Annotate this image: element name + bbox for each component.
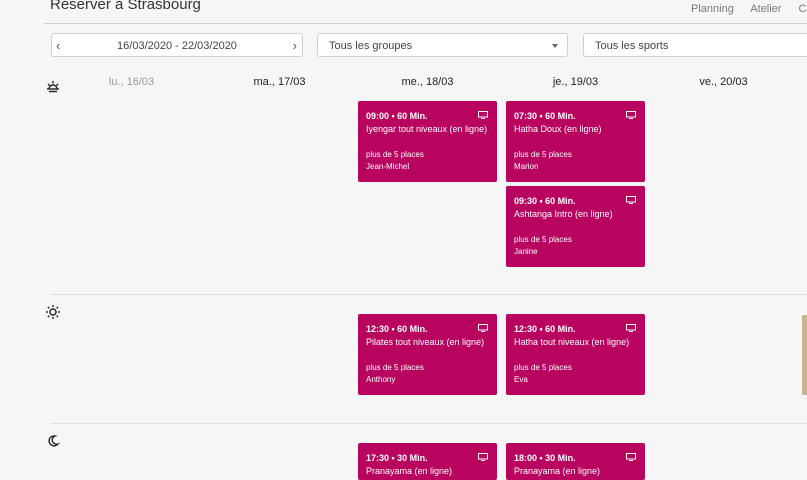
session-card[interactable]: 07:30 • 60 Min. Hatha Doux (en ligne) pl… (506, 101, 645, 182)
session-places: plus de 5 places (514, 363, 572, 372)
monitor-icon (478, 324, 488, 332)
chevron-right-icon[interactable]: › (293, 38, 297, 53)
session-name: Ashtanga Intro (en ligne) (514, 209, 613, 219)
session-teacher: Marion (514, 162, 539, 171)
session-name: Hatha tout niveaux (en ligne) (514, 337, 630, 347)
date-range-picker[interactable]: ‹ 16/03/2020 - 22/03/2020 › (51, 33, 303, 57)
caret-down-icon (552, 44, 558, 48)
session-time: 12:30 • 60 Min. (366, 324, 428, 334)
session-name: Pranayama (en ligne) (366, 466, 453, 476)
session-card[interactable]: 17:30 • 30 Min. Pranayama (en ligne) (358, 443, 497, 480)
monitor-icon (626, 111, 636, 119)
top-bar: Réserver à Strasbourg Planning Atelier C… (0, 0, 807, 24)
session-teacher: Eva (514, 375, 528, 384)
day-header-wednesday: me., 18/03 (401, 76, 454, 88)
session-places: plus de 5 places (514, 150, 572, 159)
session-places: plus de 5 places (366, 150, 424, 159)
session-time: 07:30 • 60 Min. (514, 111, 576, 121)
sun-icon (46, 305, 60, 319)
sunrise-icon (47, 81, 59, 93)
monitor-icon (478, 111, 488, 119)
row-separator (51, 423, 807, 424)
monitor-icon (626, 324, 636, 332)
day-header-tuesday: ma., 17/03 (253, 76, 306, 88)
session-card[interactable]: 12:30 • 60 Min. Hatha tout niveaux (en l… (506, 314, 645, 395)
nav-link-more[interactable]: Ca (799, 3, 807, 15)
day-header-monday: lu., 16/03 (108, 76, 155, 88)
session-time: 09:00 • 60 Min. (366, 111, 428, 121)
session-teacher: Jean-Michel (366, 162, 410, 171)
date-range-value: 16/03/2020 - 22/03/2020 (117, 40, 237, 52)
monitor-icon (626, 196, 636, 204)
session-card[interactable]: 09:00 • 60 Min. Iyengar tout niveaux (en… (358, 101, 497, 182)
session-card[interactable]: 18:00 • 30 Min. Pranayama (en ligne) (506, 443, 645, 480)
session-time: 18:00 • 30 Min. (514, 453, 576, 463)
group-select[interactable]: Tous les groupes (317, 33, 568, 57)
session-places: plus de 5 places (366, 363, 424, 372)
partial-session-card[interactable] (802, 315, 807, 395)
session-card[interactable]: 12:30 • 60 Min. Pilates tout niveaux (en… (358, 314, 497, 395)
nav-link-planning[interactable]: Planning (691, 3, 734, 15)
session-name: Iyengar tout niveaux (en ligne) (366, 124, 488, 134)
session-name: Hatha Doux (en ligne) (514, 124, 602, 134)
day-header-friday: ve., 20/03 (699, 76, 748, 88)
session-time: 12:30 • 60 Min. (514, 324, 576, 334)
session-places: plus de 5 places (514, 235, 572, 244)
nav-link-atelier[interactable]: Atelier (750, 3, 781, 15)
group-select-value: Tous les groupes (329, 40, 413, 52)
monitor-icon (478, 453, 488, 461)
session-name: Pranayama (en ligne) (514, 466, 601, 476)
row-separator (51, 294, 807, 295)
sport-select[interactable]: Tous les sports (583, 33, 807, 57)
header-divider (44, 23, 807, 24)
session-time: 09:30 • 60 Min. (514, 196, 576, 206)
monitor-icon (626, 453, 636, 461)
moon-icon (48, 435, 61, 447)
page-title: Réserver à Strasbourg (50, 0, 201, 13)
sport-select-value: Tous les sports (595, 40, 669, 52)
session-teacher: Janine (514, 247, 538, 256)
day-header-thursday: je., 19/03 (552, 76, 599, 88)
top-nav: Planning Atelier Ca (691, 3, 807, 15)
session-teacher: Anthony (366, 375, 396, 384)
session-name: Pilates tout niveaux (en ligne) (366, 337, 485, 347)
session-time: 17:30 • 30 Min. (366, 453, 428, 463)
session-card[interactable]: 09:30 • 60 Min. Ashtanga Intro (en ligne… (506, 186, 645, 267)
